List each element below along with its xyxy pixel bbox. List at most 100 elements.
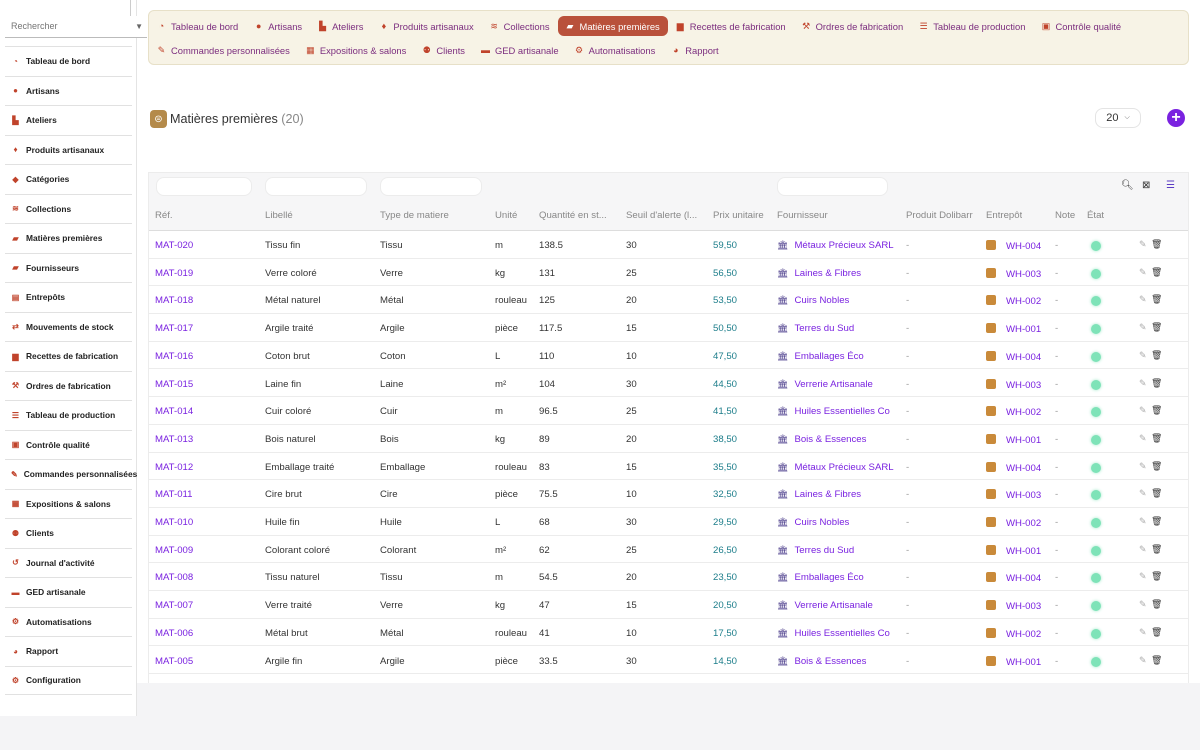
nav-tab[interactable]: ▣ Contrôle qualité xyxy=(1033,16,1129,36)
supplier-link[interactable]: 🏛︎ Terres du Sud xyxy=(777,323,854,334)
edit-icon[interactable]: ✎ xyxy=(1139,571,1147,582)
edit-icon[interactable]: ✎ xyxy=(1139,239,1147,250)
ref-link[interactable]: MAT-014 xyxy=(155,406,193,417)
ref-link[interactable]: MAT-019 xyxy=(155,268,193,279)
table-row[interactable]: MAT-015 Laine fin Laine m² 104 30 44,50 … xyxy=(149,370,1188,398)
ref-link[interactable]: MAT-016 xyxy=(155,351,193,362)
sidebar-item[interactable]: ◆ Catégories xyxy=(5,164,132,194)
table-row[interactable]: MAT-009 Colorant coloré Colorant m² 62 2… xyxy=(149,536,1188,564)
sidebar-item[interactable]: ● Artisans xyxy=(5,75,132,106)
nav-tab[interactable]: ✎ Commandes personnalisées xyxy=(149,40,298,60)
column-header[interactable]: Unité xyxy=(495,210,517,221)
nav-tab[interactable]: ⚉ Clients xyxy=(414,40,473,60)
delete-icon[interactable]: 🗑︎ xyxy=(1151,267,1162,278)
edit-icon[interactable]: ✎ xyxy=(1139,294,1147,305)
nav-tab[interactable]: ● Artisans xyxy=(246,16,310,36)
table-row[interactable]: MAT-005 Argile fin Argile pièce 33.5 30 … xyxy=(149,647,1188,675)
ref-link[interactable]: MAT-015 xyxy=(155,379,193,390)
ref-link[interactable]: MAT-007 xyxy=(155,600,193,611)
sidebar-item[interactable]: ☰ Tableau de production xyxy=(5,400,132,430)
caret-down-icon[interactable]: ▼ xyxy=(135,22,143,31)
nav-tab[interactable]: ▦ Expositions & salons xyxy=(298,40,415,60)
nav-tab[interactable]: ◔ Tableau de bord xyxy=(149,16,246,36)
sidebar-item[interactable]: ▣ Contrôle qualité xyxy=(5,429,132,460)
table-row[interactable]: MAT-006 Métal brut Métal rouleau 41 10 1… xyxy=(149,619,1188,647)
edit-icon[interactable]: ✎ xyxy=(1139,350,1147,361)
edit-icon[interactable]: ✎ xyxy=(1139,433,1147,444)
table-row[interactable]: MAT-013 Bois naturel Bois kg 89 20 38,50… xyxy=(149,425,1188,453)
delete-icon[interactable]: 🗑︎ xyxy=(1151,488,1162,499)
warehouse-link[interactable]: WH-004 xyxy=(986,461,1041,474)
ref-link[interactable]: MAT-020 xyxy=(155,240,193,251)
table-row[interactable]: MAT-010 Huile fin Huile L 68 30 29,50 🏛︎… xyxy=(149,508,1188,536)
supplier-link[interactable]: 🏛︎ Verrerie Artisanale xyxy=(777,379,873,390)
supplier-link[interactable]: 🏛︎ Terres du Sud xyxy=(777,545,854,556)
warehouse-link[interactable]: WH-002 xyxy=(986,295,1041,307)
column-header[interactable]: Réf. xyxy=(155,210,173,221)
edit-icon[interactable]: ✎ xyxy=(1139,488,1147,499)
delete-icon[interactable]: 🗑︎ xyxy=(1151,571,1162,582)
delete-icon[interactable]: 🗑︎ xyxy=(1151,405,1162,416)
delete-icon[interactable]: 🗑︎ xyxy=(1151,322,1162,333)
column-header[interactable]: Libellé xyxy=(265,210,293,221)
edit-icon[interactable]: ✎ xyxy=(1139,516,1147,527)
edit-icon[interactable]: ✎ xyxy=(1139,599,1147,610)
supplier-link[interactable]: 🏛︎ Laines & Fibres xyxy=(777,489,861,500)
nav-tab[interactable]: ⚒ Ordres de fabrication xyxy=(794,16,912,36)
warehouse-link[interactable]: WH-002 xyxy=(986,406,1041,418)
edit-icon[interactable]: ✎ xyxy=(1139,322,1147,333)
delete-icon[interactable]: 🗑︎ xyxy=(1151,433,1162,444)
supplier-link[interactable]: 🏛︎ Verrerie Artisanale xyxy=(777,600,873,611)
delete-icon[interactable]: 🗑︎ xyxy=(1151,350,1162,361)
delete-icon[interactable]: 🗑︎ xyxy=(1151,544,1162,555)
ref-link[interactable]: MAT-017 xyxy=(155,323,193,334)
supplier-link[interactable]: 🏛︎ Emballages Éco xyxy=(777,351,864,362)
warehouse-link[interactable]: WH-001 xyxy=(986,323,1041,335)
warehouse-link[interactable]: WH-004 xyxy=(986,240,1041,252)
table-row[interactable]: MAT-014 Cuir coloré Cuir m 96.5 25 41,50… xyxy=(149,397,1188,425)
table-row[interactable]: MAT-020 Tissu fin Tissu m 138.5 30 59,50… xyxy=(149,231,1188,259)
column-header[interactable]: Quantité en st... xyxy=(539,210,607,221)
sidebar-item[interactable]: ↺ Journal d'activité xyxy=(5,547,132,578)
supplier-link[interactable]: 🏛︎ Bois & Essences xyxy=(777,434,866,445)
table-row[interactable]: MAT-017 Argile traité Argile pièce 117.5… xyxy=(149,314,1188,342)
table-row[interactable]: MAT-018 Métal naturel Métal rouleau 125 … xyxy=(149,286,1188,315)
ref-link[interactable]: MAT-012 xyxy=(155,462,193,473)
filter-type-input[interactable] xyxy=(380,177,482,196)
edit-icon[interactable]: ✎ xyxy=(1139,655,1147,666)
sidebar-item[interactable]: ≋ Collections xyxy=(5,193,132,224)
search-input[interactable] xyxy=(5,16,125,36)
sidebar-item[interactable]: ⚙ Configuration xyxy=(5,665,132,695)
delete-icon[interactable]: 🗑︎ xyxy=(1151,461,1162,472)
sidebar-item[interactable]: ◕ Rapport xyxy=(5,636,132,666)
edit-icon[interactable]: ✎ xyxy=(1139,267,1147,278)
table-row[interactable]: MAT-012 Emballage traité Emballage roule… xyxy=(149,453,1188,481)
sidebar-item[interactable]: ▙ Ateliers xyxy=(5,105,132,135)
sidebar-item[interactable]: ♦ Produits artisanaux xyxy=(5,134,132,165)
column-header[interactable]: Prix unitaire xyxy=(713,210,764,221)
sidebar-item[interactable]: ⚒ Ordres de fabrication xyxy=(5,370,132,401)
nav-tab[interactable]: ≋ Collections xyxy=(482,16,558,36)
delete-icon[interactable]: 🗑︎ xyxy=(1151,655,1162,666)
warehouse-link[interactable]: WH-002 xyxy=(986,517,1041,529)
ref-link[interactable]: MAT-011 xyxy=(155,489,193,500)
column-header[interactable]: Note xyxy=(1055,210,1075,221)
nav-tab[interactable]: ♦ Produits artisanaux xyxy=(371,16,481,36)
nav-tab[interactable]: ▆ Recettes de fabrication xyxy=(668,16,794,36)
column-header[interactable]: Entrepôt xyxy=(986,210,1022,221)
supplier-link[interactable]: 🏛︎ Laines & Fibres xyxy=(777,268,861,279)
delete-icon[interactable]: 🗑︎ xyxy=(1151,599,1162,610)
warehouse-link[interactable]: WH-003 xyxy=(986,267,1041,280)
ref-link[interactable]: MAT-018 xyxy=(155,295,193,306)
nav-tab[interactable]: ▙ Ateliers xyxy=(310,16,371,36)
delete-icon[interactable]: 🗑︎ xyxy=(1151,239,1162,250)
supplier-link[interactable]: 🏛︎ Huiles Essentielles Co xyxy=(777,406,890,417)
sidebar-item[interactable]: ▬ GED artisanale xyxy=(5,577,132,607)
supplier-link[interactable]: 🏛︎ Emballages Éco xyxy=(777,572,864,583)
sidebar-item[interactable]: ▰ Fournisseurs xyxy=(5,252,132,283)
delete-icon[interactable]: 🗑︎ xyxy=(1151,294,1162,305)
search-box[interactable]: ▼ xyxy=(5,16,147,38)
ref-link[interactable]: MAT-005 xyxy=(155,656,193,667)
filter-supplier-input[interactable] xyxy=(777,177,888,196)
nav-tab[interactable]: ▬ GED artisanale xyxy=(473,40,567,60)
